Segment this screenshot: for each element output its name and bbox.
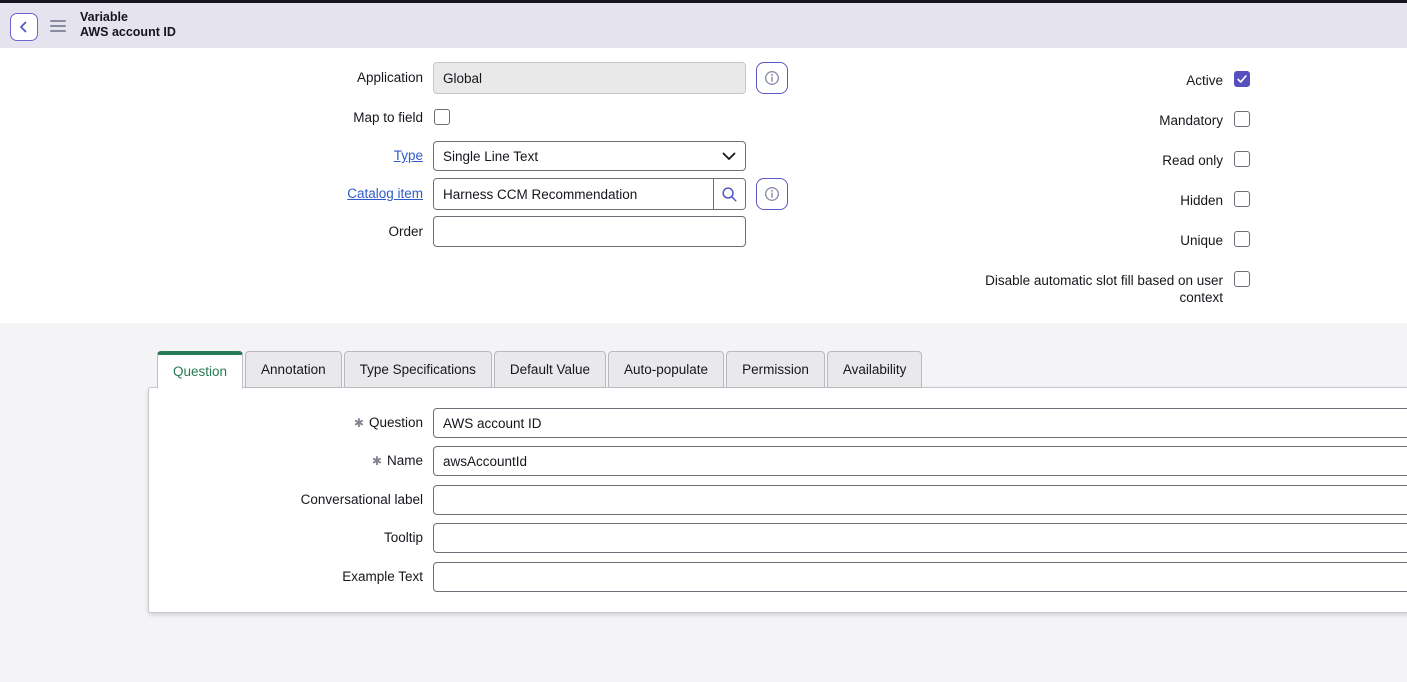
name-field[interactable] bbox=[433, 446, 1407, 476]
mandatory-label: Mandatory bbox=[1159, 111, 1223, 129]
tooltip-label: Tooltip bbox=[100, 523, 423, 553]
mandatory-indicator-icon: ✱ bbox=[354, 416, 364, 430]
record-header: Variable AWS account ID bbox=[0, 3, 1407, 48]
example-text-field[interactable] bbox=[433, 562, 1407, 592]
unique-label: Unique bbox=[1180, 231, 1223, 249]
search-icon bbox=[721, 186, 738, 203]
read-only-row: Read only bbox=[900, 151, 1250, 169]
record-type-label: Variable bbox=[80, 10, 176, 25]
map-to-field-label: Map to field bbox=[100, 109, 423, 126]
conversational-label-field[interactable] bbox=[433, 485, 1407, 515]
question-label: ✱Question bbox=[100, 408, 423, 438]
record-name-label: AWS account ID bbox=[80, 25, 176, 40]
type-label-link[interactable]: Type bbox=[100, 141, 423, 171]
disable-slot-fill-label: Disable automatic slot fill based on use… bbox=[978, 271, 1223, 306]
tab-availability[interactable]: Availability bbox=[827, 351, 923, 388]
order-field[interactable] bbox=[433, 216, 746, 247]
mandatory-checkbox[interactable] bbox=[1234, 111, 1250, 127]
read-only-checkbox[interactable] bbox=[1234, 151, 1250, 167]
hidden-label: Hidden bbox=[1180, 191, 1223, 209]
unique-checkbox[interactable] bbox=[1234, 231, 1250, 247]
example-text-label: Example Text bbox=[100, 562, 423, 592]
application-info-button[interactable] bbox=[756, 62, 788, 94]
disable-slot-fill-checkbox[interactable] bbox=[1234, 271, 1250, 287]
tab-question[interactable]: Question bbox=[157, 351, 243, 389]
type-select-value: Single Line Text bbox=[443, 149, 538, 164]
catalog-item-label-link[interactable]: Catalog item bbox=[100, 178, 423, 210]
mandatory-indicator-icon: ✱ bbox=[372, 454, 382, 468]
catalog-item-input[interactable] bbox=[434, 179, 713, 209]
read-only-label: Read only bbox=[1162, 151, 1223, 169]
application-field[interactable] bbox=[433, 62, 746, 94]
application-label: Application bbox=[100, 62, 423, 94]
catalog-item-lookup-button[interactable] bbox=[713, 179, 745, 209]
catalog-item-reference-field bbox=[433, 178, 746, 210]
chevron-left-icon bbox=[17, 20, 31, 34]
active-row: Active bbox=[900, 71, 1250, 89]
record-title: Variable AWS account ID bbox=[80, 10, 176, 40]
active-label: Active bbox=[1186, 71, 1223, 89]
tab-default-value[interactable]: Default Value bbox=[494, 351, 606, 388]
tab-auto-populate[interactable]: Auto-populate bbox=[608, 351, 724, 388]
order-label: Order bbox=[100, 216, 423, 247]
unique-row: Unique bbox=[900, 231, 1250, 249]
info-icon bbox=[763, 69, 781, 87]
tab-permission[interactable]: Permission bbox=[726, 351, 825, 388]
chevron-down-icon bbox=[722, 152, 736, 161]
form-tabs: Question Annotation Type Specifications … bbox=[157, 351, 922, 388]
hidden-checkbox[interactable] bbox=[1234, 191, 1250, 207]
name-label: ✱Name bbox=[100, 446, 423, 476]
disable-slot-fill-row: Disable automatic slot fill based on use… bbox=[900, 271, 1250, 306]
catalog-item-info-button[interactable] bbox=[756, 178, 788, 210]
type-select[interactable]: Single Line Text bbox=[433, 141, 746, 171]
hamburger-menu-icon[interactable] bbox=[50, 20, 66, 32]
variable-record-screen: Variable AWS account ID Application Map … bbox=[0, 0, 1407, 682]
active-checkbox[interactable] bbox=[1234, 71, 1250, 87]
conversational-label-label: Conversational label bbox=[100, 485, 423, 515]
question-field[interactable] bbox=[433, 408, 1407, 438]
map-to-field-checkbox[interactable] bbox=[434, 109, 450, 125]
tooltip-field[interactable] bbox=[433, 523, 1407, 553]
tab-annotation[interactable]: Annotation bbox=[245, 351, 342, 388]
back-button[interactable] bbox=[10, 13, 38, 41]
info-icon bbox=[763, 185, 781, 203]
mandatory-row: Mandatory bbox=[900, 111, 1250, 129]
hidden-row: Hidden bbox=[900, 191, 1250, 209]
tab-type-specifications[interactable]: Type Specifications bbox=[344, 351, 492, 388]
